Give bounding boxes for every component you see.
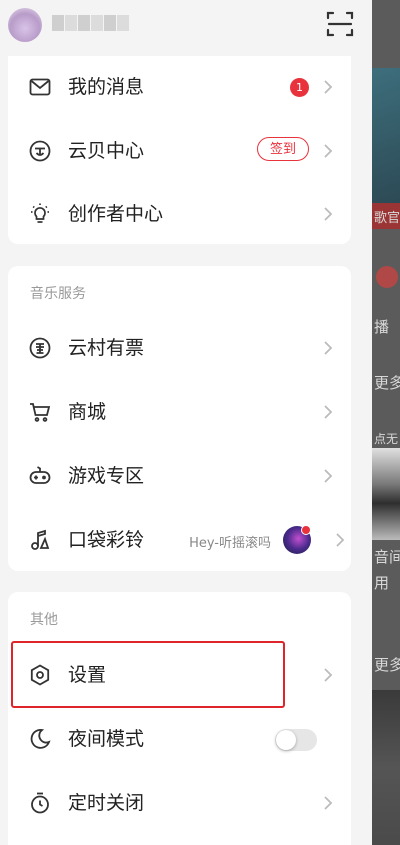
side-drawer: 我的消息 1 云贝中心 签到 创作者中心 音乐服务 云村有票 商城 游戏专区 口… [0, 0, 372, 845]
avatar[interactable] [8, 8, 42, 42]
menu-label: 夜间模式 [68, 728, 145, 750]
bg-text-1: 歌官 [374, 211, 400, 226]
chevron-right-icon [336, 533, 345, 547]
bg-text-5: 音间 [374, 548, 400, 566]
ringtone-hint: Hey-听摇滚吗 [189, 536, 271, 551]
chevron-right-icon [324, 796, 333, 810]
chevron-right-icon [324, 80, 333, 94]
bg-text-6: 用 [374, 574, 390, 592]
account-card: 我的消息 1 云贝中心 签到 创作者中心 [8, 56, 351, 244]
menu-label: 我的消息 [68, 76, 145, 98]
gamepad-icon [29, 466, 51, 484]
bg-banner-image [372, 68, 400, 203]
timer-icon [31, 792, 49, 814]
yunbei-icon [29, 140, 51, 162]
menu-item-ringtone[interactable]: 口袋彩铃 Hey-听摇滚吗 [8, 512, 351, 568]
unread-badge: 1 [290, 78, 309, 97]
section-title: 其他 [30, 612, 58, 628]
username-blurred[interactable] [52, 15, 140, 33]
chevron-right-icon [324, 469, 333, 483]
menu-item-night-mode[interactable]: 夜间模式 [8, 711, 351, 767]
bg-red-icon [376, 266, 398, 288]
menu-label: 创作者中心 [68, 203, 164, 225]
menu-item-games[interactable]: 游戏专区 [8, 448, 351, 504]
menu-item-mall[interactable]: 商城 [8, 384, 351, 440]
menu-label: 云村有票 [68, 337, 145, 359]
menu-label: 口袋彩铃 [68, 529, 145, 551]
bg-text-3: 更多 [374, 374, 400, 392]
music-services-card: 音乐服务 云村有票 商城 游戏专区 口袋彩铃 Hey-听摇滚吗 [8, 266, 351, 571]
menu-item-creator-center[interactable]: 创作者中心 [8, 186, 351, 242]
cart-icon [30, 403, 51, 422]
night-mode-toggle[interactable] [275, 729, 317, 751]
sign-in-button[interactable]: 签到 [257, 137, 309, 161]
menu-item-sleep-timer[interactable]: 定时关闭 [8, 775, 351, 831]
drawer-header [0, 0, 372, 52]
chevron-right-icon [324, 668, 333, 682]
mail-icon [29, 78, 51, 96]
settings-highlight-box [11, 641, 285, 708]
menu-label: 商城 [68, 401, 107, 423]
chevron-right-icon [324, 405, 333, 419]
other-card: 其他 设置 夜间模式 定时关闭 [8, 592, 351, 845]
scan-icon[interactable] [325, 9, 355, 39]
menu-label: 云贝中心 [68, 140, 145, 162]
bg-text-4: 点无 [374, 432, 399, 446]
menu-label: 定时关闭 [68, 792, 145, 814]
chevron-right-icon [324, 144, 333, 158]
menu-label: 游戏专区 [68, 465, 145, 487]
menu-item-yunbei[interactable]: 云贝中心 签到 [8, 123, 351, 179]
menu-item-messages[interactable]: 我的消息 1 [8, 59, 351, 115]
ticket-icon [29, 337, 51, 359]
bulb-icon [31, 203, 49, 223]
chevron-right-icon [324, 341, 333, 355]
bg-image-bottom [372, 690, 400, 845]
ringtone-icon [31, 529, 50, 550]
moon-icon [30, 729, 51, 749]
section-title: 音乐服务 [30, 286, 86, 302]
bg-text-7: 更多 [374, 656, 400, 674]
chevron-right-icon [324, 207, 333, 221]
bg-text-2: 播 [374, 318, 390, 336]
bg-panda-image [372, 448, 400, 540]
notification-dot [301, 525, 311, 535]
menu-item-tickets[interactable]: 云村有票 [8, 320, 351, 376]
background-app: 歌官 播 更多 点无 音间 用 更多 [372, 0, 400, 845]
